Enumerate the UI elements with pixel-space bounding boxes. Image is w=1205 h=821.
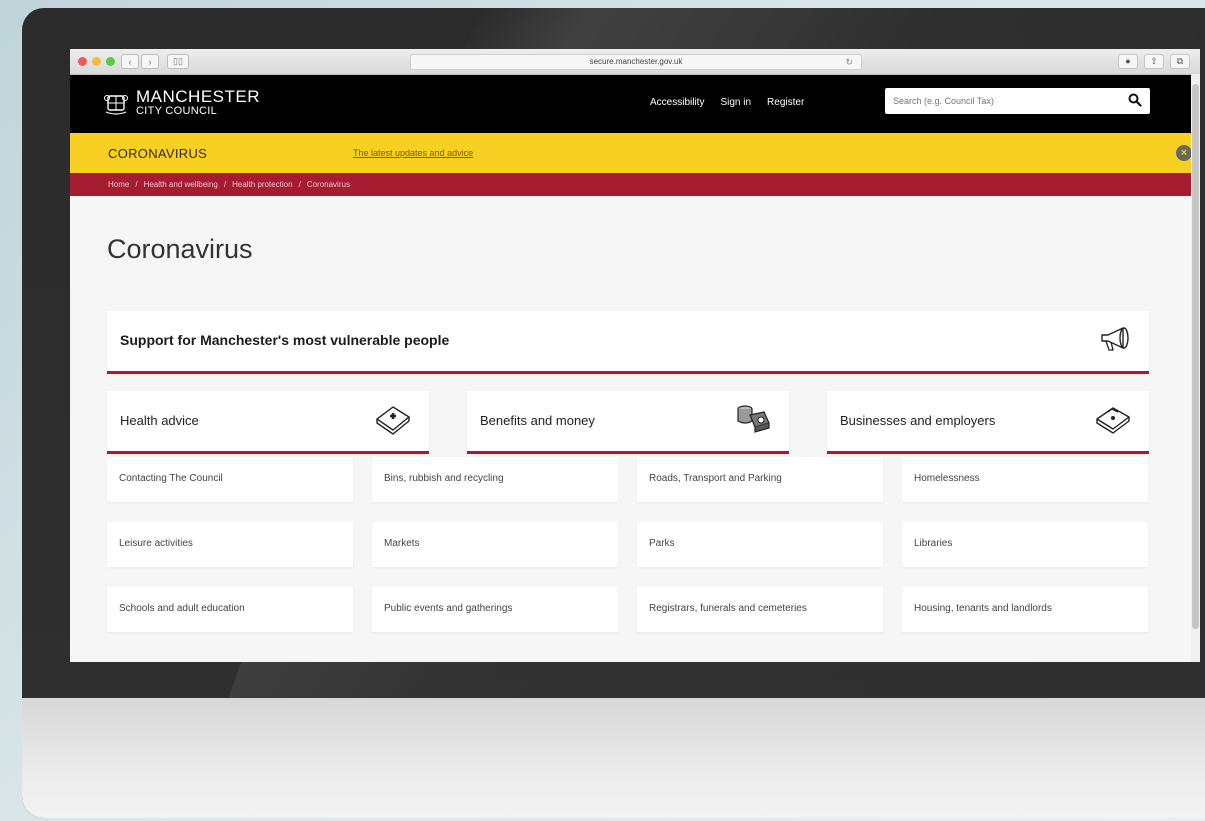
- search-box: [885, 88, 1150, 114]
- link-homelessness[interactable]: Homelessness: [902, 457, 1148, 502]
- breadcrumb: Home / Health and wellbeing / Health pro…: [70, 173, 1200, 196]
- chevron-right-icon: ›: [148, 56, 152, 67]
- share-icon[interactable]: ⇧: [1144, 54, 1164, 69]
- browser-actions: ● ⇧ ⧉: [1118, 54, 1190, 69]
- link-housing-tenants[interactable]: Housing, tenants and landlords: [902, 587, 1148, 632]
- support-vulnerable-card[interactable]: Support for Manchester's most vulnerable…: [107, 311, 1149, 374]
- link-public-events[interactable]: Public events and gatherings: [372, 587, 618, 632]
- support-card-label: Support for Manchester's most vulnerable…: [120, 332, 450, 348]
- link-label: Markets: [384, 538, 420, 549]
- sidebar-toggle-button[interactable]: ▯▯: [167, 54, 189, 69]
- extension-icon[interactable]: ●: [1118, 54, 1138, 69]
- briefcase-icon: [1093, 401, 1133, 442]
- feature-card-health-advice[interactable]: Health advice: [107, 391, 429, 454]
- breadcrumb-health-wellbeing[interactable]: Health and wellbeing: [144, 180, 218, 189]
- link-contacting-council[interactable]: Contacting The Council: [107, 457, 353, 502]
- accessibility-link[interactable]: Accessibility: [650, 97, 704, 108]
- coins-icon: [733, 401, 773, 442]
- minimize-window-button[interactable]: [92, 57, 101, 66]
- link-label: Schools and adult education: [119, 603, 245, 614]
- sign-in-link[interactable]: Sign in: [720, 97, 751, 108]
- url-text: secure.manchester.gov.uk: [589, 57, 683, 66]
- link-label: Roads, Transport and Parking: [649, 473, 782, 484]
- link-label: Contacting The Council: [119, 473, 223, 484]
- scroll-thumb[interactable]: [1192, 84, 1199, 629]
- search-icon[interactable]: [1128, 93, 1142, 112]
- banner-link[interactable]: The latest updates and advice: [353, 148, 473, 158]
- feature-card-benefits-money[interactable]: Benefits and money: [467, 391, 789, 454]
- link-label: Libraries: [914, 538, 953, 549]
- link-label: Bins, rubbish and recycling: [384, 473, 504, 484]
- zoom-window-button[interactable]: [106, 57, 115, 66]
- logo-line-2: CITY COUNCIL: [136, 105, 218, 117]
- breadcrumb-separator: /: [135, 180, 138, 189]
- crest-icon: [102, 91, 130, 117]
- feature-card-label: Businesses and employers: [840, 413, 996, 428]
- link-markets[interactable]: Markets: [372, 522, 618, 567]
- reload-icon[interactable]: ↻: [845, 55, 853, 69]
- link-label: Homelessness: [914, 473, 980, 484]
- sidebar-icon: ▯▯: [173, 56, 183, 66]
- breadcrumb-separator: /: [223, 180, 227, 189]
- window-controls: [78, 57, 115, 66]
- link-leisure-activities[interactable]: Leisure activities: [107, 522, 353, 567]
- breadcrumb-home[interactable]: Home: [108, 180, 129, 189]
- breadcrumb-health-protection[interactable]: Health protection: [232, 180, 292, 189]
- feature-card-label: Benefits and money: [480, 413, 595, 428]
- close-icon[interactable]: ×: [1176, 145, 1192, 161]
- link-label: Housing, tenants and landlords: [914, 603, 1052, 614]
- council-logo[interactable]: MANCHESTER CITY COUNCIL: [102, 87, 261, 118]
- megaphone-icon: [1099, 325, 1133, 358]
- search-input[interactable]: [885, 88, 1126, 114]
- coronavirus-banner: CORONAVIRUS The latest updates and advic…: [70, 133, 1200, 173]
- link-parks[interactable]: Parks: [637, 522, 883, 567]
- scrollbar[interactable]: [1191, 74, 1200, 662]
- link-roads-transport-parking[interactable]: Roads, Transport and Parking: [637, 457, 883, 502]
- top-links: Accessibility Sign in Register: [650, 97, 804, 108]
- chevron-left-icon: ‹: [128, 56, 132, 67]
- page-title: Coronavirus: [107, 234, 253, 264]
- link-label: Leisure activities: [119, 538, 193, 549]
- link-libraries[interactable]: Libraries: [902, 522, 1148, 567]
- main-content: Coronavirus Support for Manchester's mos…: [70, 196, 1200, 662]
- feature-card-label: Health advice: [120, 413, 199, 428]
- tabs-icon[interactable]: ⧉: [1170, 54, 1190, 69]
- browser-window: ‹ › ▯▯ secure.manchester.gov.uk ↻ ● ⇧ ⧉: [70, 49, 1200, 662]
- address-bar[interactable]: secure.manchester.gov.uk ↻: [410, 54, 862, 70]
- breadcrumb-coronavirus: Coronavirus: [306, 180, 350, 189]
- first-aid-icon: [373, 401, 413, 442]
- browser-toolbar: ‹ › ▯▯ secure.manchester.gov.uk ↻ ● ⇧ ⧉: [70, 49, 1200, 75]
- link-bins-rubbish-recycling[interactable]: Bins, rubbish and recycling: [372, 457, 618, 502]
- banner-title: CORONAVIRUS: [108, 145, 208, 161]
- logo-line-1: MANCHESTER: [136, 87, 261, 106]
- site-header: MANCHESTER CITY COUNCIL Accessibility Si…: [70, 75, 1200, 133]
- close-window-button[interactable]: [78, 57, 87, 66]
- back-button[interactable]: ‹: [121, 54, 139, 69]
- breadcrumb-separator: /: [298, 180, 301, 189]
- laptop-base: [22, 698, 1205, 818]
- link-label: Public events and gatherings: [384, 603, 513, 614]
- feature-card-businesses-employers[interactable]: Businesses and employers: [827, 391, 1149, 454]
- forward-button[interactable]: ›: [141, 54, 159, 69]
- link-schools-adult-education[interactable]: Schools and adult education: [107, 587, 353, 632]
- link-registrars-funerals[interactable]: Registrars, funerals and cemeteries: [637, 587, 883, 632]
- link-label: Parks: [649, 538, 675, 549]
- register-link[interactable]: Register: [767, 97, 804, 108]
- link-label: Registrars, funerals and cemeteries: [649, 603, 807, 614]
